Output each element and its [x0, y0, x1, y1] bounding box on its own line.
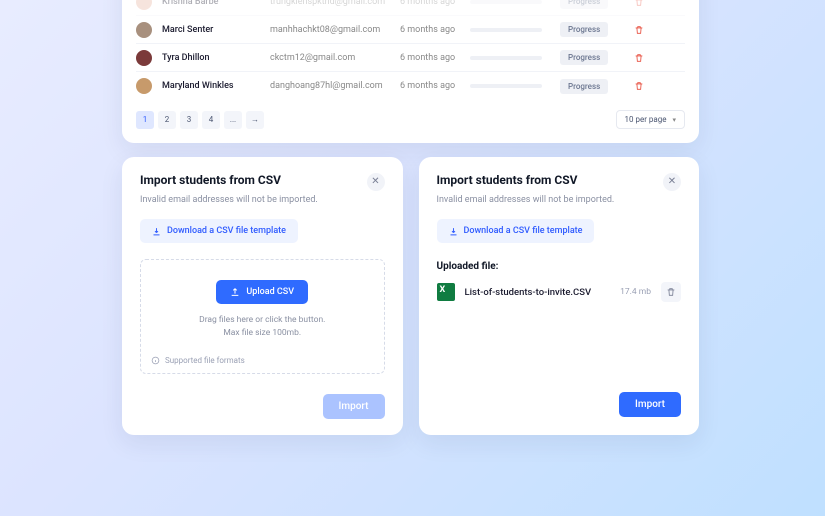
- pager-ellipsis: ...: [224, 111, 242, 129]
- chevron-down-icon: ▾: [672, 116, 676, 124]
- student-email: danghoang87hl@gmail.com: [270, 81, 400, 91]
- progress-bar: [470, 56, 542, 60]
- progress-bar: [470, 28, 542, 32]
- table-row: Krishna Barbetrungkienspktnd@gmail.com6 …: [136, 0, 685, 16]
- pager-page[interactable]: 3: [180, 111, 198, 129]
- download-template-label: Download a CSV file template: [464, 226, 583, 236]
- student-name: Marci Senter: [162, 25, 270, 35]
- avatar: [136, 78, 152, 94]
- trash-icon: [666, 287, 676, 297]
- close-button[interactable]: ✕: [367, 173, 385, 191]
- uploaded-file-name: List-of-students-to-invite.CSV: [465, 287, 611, 298]
- student-name: Maryland Winkles: [162, 81, 270, 91]
- trash-icon: [634, 25, 644, 35]
- status-badge: Progress: [560, 50, 608, 65]
- uploaded-file-size: 17.4 mb: [620, 287, 651, 297]
- close-icon: ✕: [668, 177, 676, 187]
- progress-bar: [470, 84, 542, 88]
- status-cell: Progress: [560, 50, 620, 65]
- table-row: Maryland Winklesdanghoang87hl@gmail.com6…: [136, 72, 685, 100]
- download-template-button[interactable]: Download a CSV file template: [140, 219, 298, 243]
- student-email: trungkienspktnd@gmail.com: [270, 0, 400, 7]
- trash-icon: [634, 53, 644, 63]
- per-page-label: 10 per page: [625, 115, 667, 124]
- excel-icon: [437, 283, 455, 301]
- pager-page[interactable]: 2: [158, 111, 176, 129]
- delete-row-button[interactable]: [620, 25, 644, 35]
- import-card-empty: Import students from CSV ✕ Invalid email…: [122, 157, 403, 435]
- status-badge: Progress: [560, 0, 608, 9]
- status-cell: Progress: [560, 0, 620, 9]
- upload-csv-button[interactable]: Upload CSV: [216, 280, 308, 304]
- close-button[interactable]: ✕: [663, 173, 681, 191]
- close-icon: ✕: [371, 177, 379, 187]
- progress-bar: [470, 0, 542, 4]
- pager: 1234...→: [136, 111, 264, 129]
- time-ago: 6 months ago: [400, 0, 470, 7]
- time-ago: 6 months ago: [400, 53, 470, 63]
- progress-cell: [470, 56, 560, 60]
- status-badge: Progress: [560, 79, 608, 94]
- import-card-uploaded: Import students from CSV ✕ Invalid email…: [419, 157, 700, 435]
- pager-page[interactable]: 4: [202, 111, 220, 129]
- pager-next[interactable]: →: [246, 111, 264, 129]
- import-subtitle: Invalid email addresses will not be impo…: [437, 195, 682, 205]
- upload-label: Upload CSV: [246, 287, 294, 297]
- trash-icon: [634, 81, 644, 91]
- info-icon: [151, 356, 160, 365]
- delete-row-button[interactable]: [620, 81, 644, 91]
- uploaded-file-label: Uploaded file:: [437, 261, 682, 272]
- upload-icon: [230, 287, 240, 297]
- avatar: [136, 50, 152, 66]
- import-title: Import students from CSV: [437, 173, 578, 187]
- download-icon: [152, 227, 161, 236]
- supported-formats: Supported file formats: [151, 350, 374, 365]
- import-title: Import students from CSV: [140, 173, 281, 187]
- time-ago: 6 months ago: [400, 81, 470, 91]
- import-button[interactable]: Import: [619, 392, 681, 417]
- delete-row-button[interactable]: [620, 0, 644, 7]
- student-email: ckctm12@gmail.com: [270, 53, 400, 63]
- students-table-card: Krishna Barbetrungkienspktnd@gmail.com6 …: [122, 0, 699, 143]
- status-cell: Progress: [560, 22, 620, 37]
- delete-row-button[interactable]: [620, 53, 644, 63]
- trash-icon: [634, 0, 644, 7]
- import-button[interactable]: Import: [323, 394, 385, 419]
- progress-cell: [470, 84, 560, 88]
- student-name: Tyra Dhillon: [162, 53, 270, 63]
- student-email: manhhachkt08@gmail.com: [270, 25, 400, 35]
- table-row: Tyra Dhillonckctm12@gmail.com6 months ag…: [136, 44, 685, 72]
- pager-page[interactable]: 1: [136, 111, 154, 129]
- time-ago: 6 months ago: [400, 25, 470, 35]
- avatar: [136, 22, 152, 38]
- import-subtitle: Invalid email addresses will not be impo…: [140, 195, 385, 205]
- status-cell: Progress: [560, 79, 620, 94]
- download-template-label: Download a CSV file template: [167, 226, 286, 236]
- avatar: [136, 0, 152, 10]
- uploaded-file-row: List-of-students-to-invite.CSV 17.4 mb: [437, 282, 682, 302]
- remove-file-button[interactable]: [661, 282, 681, 302]
- student-name: Krishna Barbe: [162, 0, 270, 7]
- per-page-select[interactable]: 10 per page ▾: [616, 110, 686, 129]
- progress-cell: [470, 28, 560, 32]
- progress-cell: [470, 0, 560, 4]
- status-badge: Progress: [560, 22, 608, 37]
- dropzone-hint: Drag files here or click the button. Max…: [151, 314, 374, 340]
- download-icon: [449, 227, 458, 236]
- table-row: Marci Sentermanhhachkt08@gmail.com6 mont…: [136, 16, 685, 44]
- table-footer: 1234...→ 10 per page ▾: [136, 100, 685, 129]
- download-template-button[interactable]: Download a CSV file template: [437, 219, 595, 243]
- upload-dropzone[interactable]: Upload CSV Drag files here or click the …: [140, 259, 385, 374]
